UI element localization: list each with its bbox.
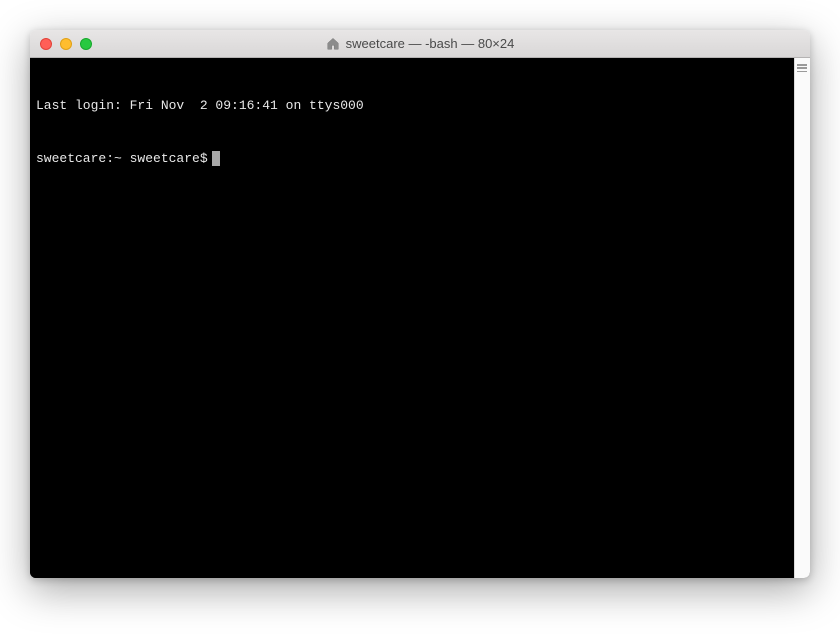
terminal-window: sweetcare — -bash — 80×24 Last login: Fr…: [30, 30, 810, 578]
maximize-button[interactable]: [80, 38, 92, 50]
cursor: [212, 151, 220, 166]
minimize-button[interactable]: [60, 38, 72, 50]
last-login-line: Last login: Fri Nov 2 09:16:41 on ttys00…: [36, 97, 788, 115]
scrollbar[interactable]: [794, 58, 810, 578]
prompt-text: sweetcare:~ sweetcare$: [36, 150, 208, 168]
traffic-lights: [30, 38, 92, 50]
terminal-area: Last login: Fri Nov 2 09:16:41 on ttys00…: [30, 58, 810, 578]
close-button[interactable]: [40, 38, 52, 50]
home-icon: [326, 37, 340, 51]
titlebar[interactable]: sweetcare — -bash — 80×24: [30, 30, 810, 58]
terminal-content[interactable]: Last login: Fri Nov 2 09:16:41 on ttys00…: [30, 58, 794, 578]
window-title: sweetcare — -bash — 80×24: [30, 36, 810, 51]
window-title-text: sweetcare — -bash — 80×24: [346, 36, 515, 51]
scrollbar-grip-icon: [797, 64, 807, 72]
prompt-line: sweetcare:~ sweetcare$: [36, 150, 788, 168]
